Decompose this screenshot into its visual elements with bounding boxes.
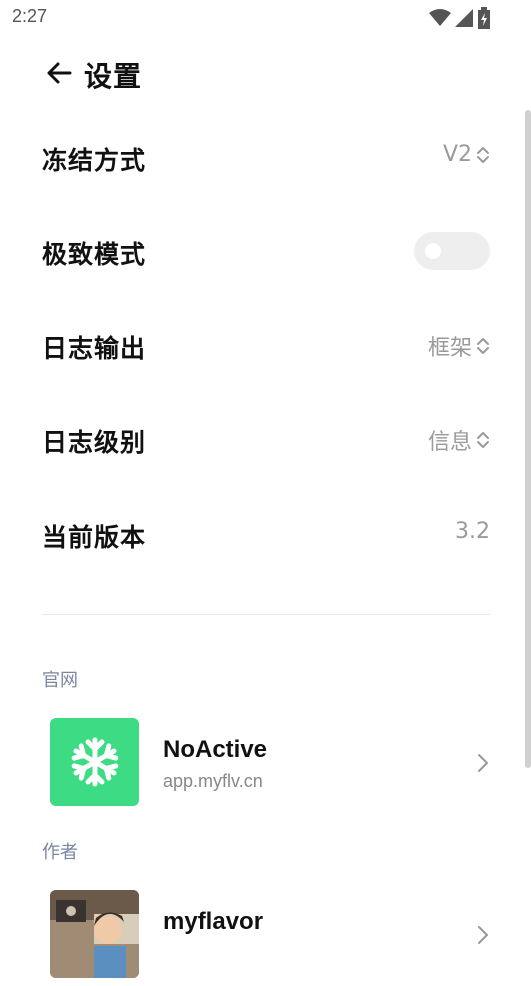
- status-bar: 2:27: [0, 0, 531, 36]
- setting-label: 极致模式: [42, 240, 147, 269]
- section-label-website: 官网: [42, 670, 78, 691]
- back-arrow-icon: [47, 62, 72, 84]
- setting-label: 日志输出: [42, 334, 147, 363]
- extreme-mode-toggle[interactable]: [414, 232, 490, 270]
- setting-freeze-mode[interactable]: 冻结方式 V2: [42, 126, 490, 186]
- page-title: 设置: [84, 60, 143, 93]
- author-name: myflavor: [163, 908, 264, 935]
- website-title: NoActive: [163, 736, 268, 763]
- setting-value: 3.2: [455, 519, 490, 544]
- setting-extreme-mode[interactable]: 极致模式: [42, 220, 490, 280]
- app-header: 设置: [0, 50, 531, 100]
- chevron-right-icon: [478, 926, 488, 944]
- chevron-right-icon: [478, 754, 488, 772]
- setting-value: 框架: [427, 336, 472, 361]
- section-label-author: 作者: [42, 842, 78, 863]
- log-output-select[interactable]: 框架: [428, 330, 490, 362]
- wifi-icon: [429, 9, 451, 26]
- freeze-mode-select[interactable]: V2: [443, 142, 490, 167]
- app-icon: [50, 718, 139, 806]
- divider: [42, 614, 490, 615]
- avatar: [50, 890, 139, 978]
- toggle-knob: [425, 243, 441, 259]
- version-value: 3.2: [455, 519, 490, 544]
- setting-label: 当前版本: [42, 523, 147, 552]
- log-level-select[interactable]: 信息: [428, 424, 490, 456]
- up-down-chevron-icon: [477, 338, 489, 354]
- avatar-image: [50, 890, 139, 978]
- battery-icon: [478, 7, 490, 29]
- setting-value: V2: [442, 142, 472, 167]
- back-button[interactable]: [42, 56, 76, 90]
- status-time: 2:27: [12, 6, 48, 26]
- scrollbar[interactable]: [525, 110, 531, 768]
- author-link[interactable]: myflavor: [42, 890, 490, 986]
- setting-value: 信息: [427, 430, 472, 455]
- up-down-chevron-icon: [477, 146, 489, 163]
- setting-log-output[interactable]: 日志输出 框架: [42, 314, 490, 374]
- snowflake-icon: [71, 737, 118, 787]
- setting-log-level[interactable]: 日志级别 信息: [42, 408, 490, 468]
- status-icons: [429, 7, 491, 29]
- setting-label: 冻结方式: [42, 146, 147, 175]
- website-url: app.myflv.cn: [163, 771, 263, 791]
- up-down-chevron-icon: [477, 432, 489, 448]
- setting-label: 日志级别: [42, 428, 147, 457]
- setting-current-version: 当前版本 3.2: [42, 503, 490, 563]
- cellular-signal-icon: [455, 9, 473, 27]
- website-link[interactable]: NoActive app.myflv.cn: [42, 718, 490, 814]
